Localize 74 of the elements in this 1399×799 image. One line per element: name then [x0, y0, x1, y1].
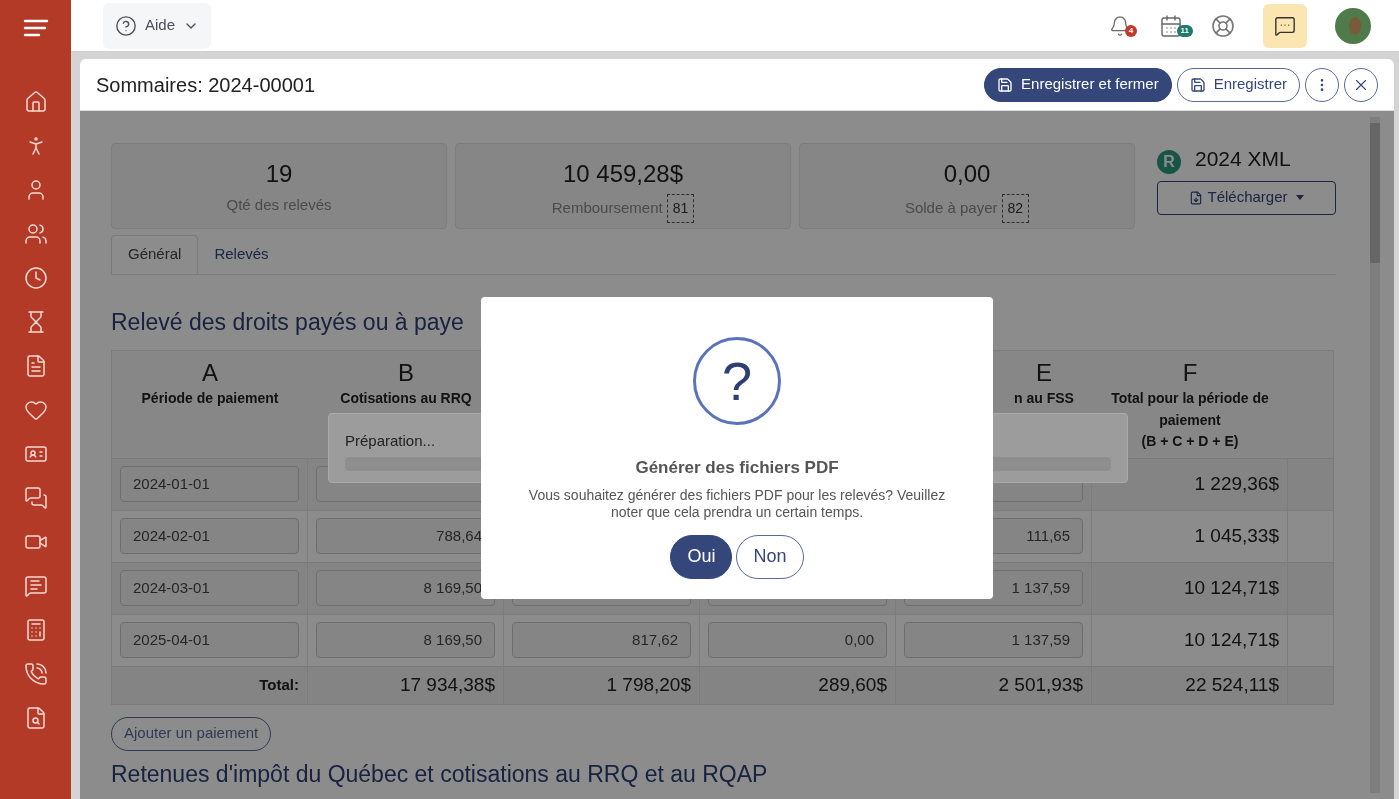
amount-field[interactable]: 0,00 — [708, 622, 887, 658]
date-field[interactable]: 2024-02-01 — [120, 518, 299, 554]
avatar[interactable] — [1335, 7, 1371, 44]
primary-button[interactable]: Oui — [670, 534, 733, 579]
column-letter: F — [1182, 358, 1198, 387]
users-icon[interactable] — [23, 222, 48, 246]
row-total: 10 124,71$ — [1183, 575, 1279, 600]
download-dropdown[interactable]: Télécharger — [1157, 180, 1336, 215]
document-title: Sommaires: 2024-00001 — [96, 72, 316, 98]
amount-field[interactable]: 8 169,50 — [316, 622, 495, 658]
date-field[interactable]: 2024-01-01 — [120, 466, 299, 502]
home-icon[interactable] — [23, 90, 48, 114]
tab[interactable]: Général — [111, 235, 199, 274]
secondary-button[interactable]: Enregistrer — [1176, 67, 1300, 102]
chat-bubbles-icon[interactable] — [23, 486, 48, 510]
column-letter: B — [398, 358, 414, 387]
save-icon — [997, 76, 1014, 93]
box-code: 81 — [666, 194, 695, 223]
calendar-badge: 11 — [1176, 24, 1193, 37]
stat-value: 10 459,28$ — [562, 159, 684, 189]
amount-field[interactable]: 8 169,50 — [316, 570, 495, 606]
amount-field[interactable]: 1 137,59 — [904, 622, 1083, 658]
chat-button[interactable] — [1263, 3, 1307, 48]
box-code: 82 — [1001, 194, 1030, 223]
column-letter: E — [1036, 358, 1052, 387]
section-heading: Retenues d'impôt du Québec et cotisations au RRQ et au RQAP — [111, 759, 768, 789]
question-icon: ? — [693, 337, 781, 425]
row-total: 1 045,33$ — [1194, 523, 1279, 548]
file-download-icon — [1189, 190, 1204, 205]
chat-icon — [1274, 14, 1296, 37]
r-badge: R — [1157, 149, 1181, 174]
calendar-icon[interactable] — [1159, 13, 1183, 38]
heart-icon[interactable] — [23, 398, 48, 422]
add-payment-button[interactable]: Ajouter un paiement — [111, 716, 272, 751]
help-icon — [115, 14, 137, 37]
amount-field[interactable]: 817,62 — [512, 622, 691, 658]
column-header: Total pour la période de paiement — [1110, 388, 1270, 430]
column-total: 17 934,38$ — [399, 672, 495, 697]
stat-value: 19 — [265, 159, 293, 189]
column-header: Cotisations au RRQ — [339, 388, 473, 408]
dialog-message: Vous souhaitez générer des fichiers PDF pour les relevés? Veuillez noter que cela prendra un certain temps. — [527, 486, 947, 521]
progress-text: Préparation... — [345, 431, 436, 451]
column-total: 289,60$ — [818, 672, 887, 697]
stat-label: Solde à payer — [904, 198, 998, 219]
column-total: 22 524,11$ — [1185, 672, 1279, 697]
column-header: n au FSS — [1013, 388, 1075, 408]
phone-icon[interactable] — [23, 662, 48, 686]
stat-value: 0,00 — [943, 159, 991, 189]
section-heading: Relevé des droits payés ou à paye — [111, 308, 464, 337]
row-total: 1 229,36$ — [1194, 471, 1279, 496]
help-dropdown[interactable]: Aide — [103, 2, 212, 49]
clock-icon[interactable] — [23, 266, 48, 290]
primary-button[interactable]: Enregistrer et fermer — [984, 67, 1172, 102]
xml-title: 2024 XML — [1195, 146, 1291, 172]
dialog-title: Générer des fichiers PDF — [635, 457, 839, 479]
stat-label: Remboursement — [551, 198, 663, 219]
column-letter: A — [202, 358, 218, 387]
column-total: 2 501,93$ — [998, 672, 1083, 697]
message-icon[interactable] — [23, 574, 48, 598]
stat-label: Qté des relevés — [226, 195, 332, 215]
column-header: Période de paiement — [140, 388, 280, 408]
date-field[interactable]: 2025-04-01 — [120, 622, 299, 658]
date-field[interactable]: 2024-03-01 — [120, 570, 299, 606]
lifebuoy-icon[interactable] — [1211, 13, 1235, 38]
notification-badge: 4 — [1125, 24, 1137, 37]
tab[interactable]: Relevés — [198, 235, 285, 274]
column-total: 1 798,20$ — [606, 672, 691, 697]
save-icon — [1189, 76, 1206, 93]
caret-icon — [1295, 195, 1304, 200]
menu-icon[interactable] — [22, 18, 49, 38]
total-label: Total: — [259, 674, 299, 695]
secondary-button[interactable]: Non — [736, 534, 804, 579]
row-total: 10 124,71$ — [1183, 627, 1279, 652]
column-formula: (B + C + D + E) — [1141, 431, 1239, 451]
